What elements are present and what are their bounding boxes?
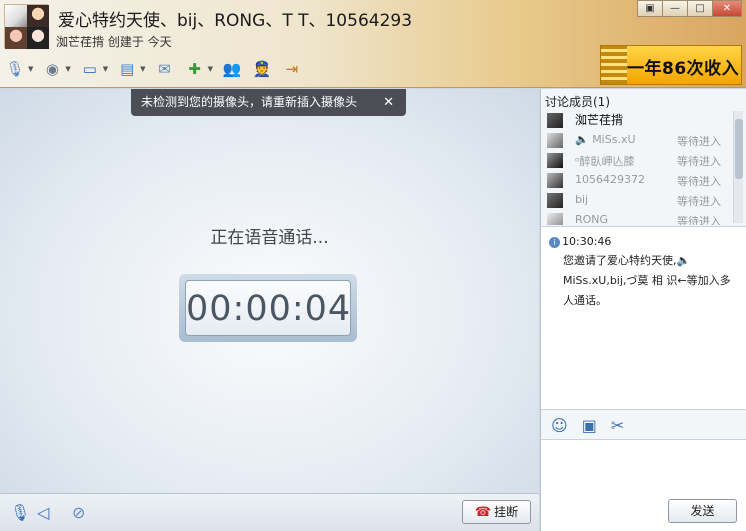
toolbar-mail[interactable]: ✉ — [154, 58, 176, 80]
close-button[interactable]: ✕ — [712, 0, 742, 17]
list-item[interactable]: 🔈 MiSs.xU 等待进入 — [545, 130, 733, 150]
member-list[interactable]: 洳芒荏揹 🔈 MiSs.xU 等待进入 ᵒ醉臥岬亾膝 等待进入 10564293… — [545, 110, 733, 225]
camera-off-icon[interactable]: ⊘ — [72, 503, 85, 522]
call-controls-bar: 🎙 ◁ ⊘ ☎ 挂断 — [0, 493, 539, 531]
member-name: bij — [575, 193, 589, 206]
camera-notice: 未检测到您的摄像头，请重新插入摄像头 ✕ — [131, 89, 406, 116]
list-item[interactable]: ᵒ醉臥岬亾膝 等待进入 — [545, 150, 733, 170]
camera-notice-text: 未检测到您的摄像头，请重新插入摄像头 — [141, 95, 358, 109]
microphone-icon[interactable]: 🎙 — [4, 58, 26, 80]
scissors-icon[interactable]: ✂ — [611, 416, 624, 435]
member-status: 等待进入 — [677, 215, 721, 225]
mail-icon[interactable]: ✉ — [154, 58, 176, 80]
toolbar: 🎙 ▼ ◉ ▼ ▭ ▼ ▤ ▼ ✉ ✚ ▼ 👥 👮 ⇥ — [4, 54, 311, 84]
window-title: 爱心特约天使、bij、RONG、T T、10564293 — [58, 11, 413, 31]
police-icon[interactable]: 👮 — [251, 58, 273, 80]
folder-icon[interactable]: ▤ — [116, 58, 138, 80]
chevron-down-icon[interactable]: ▼ — [103, 65, 108, 73]
member-status: 等待进入 — [677, 195, 721, 208]
hangup-button[interactable]: ☎ 挂断 — [462, 500, 531, 524]
list-item[interactable]: 1056429372 等待进入 — [545, 170, 733, 190]
member-status: 等待进入 — [677, 135, 721, 148]
chevron-down-icon[interactable]: ▼ — [140, 65, 145, 73]
avatar — [27, 5, 49, 27]
close-icon[interactable]: ✕ — [383, 89, 394, 116]
add-message-icon[interactable]: ✚ — [184, 58, 206, 80]
avatar — [5, 27, 27, 49]
members-header: 讨论成员(1) — [545, 95, 610, 109]
emoji-icon[interactable]: ☺ — [551, 416, 568, 435]
header: 爱心特约天使、bij、RONG、T T、10564293 洳芒荏揹 创建于 今天… — [0, 0, 746, 88]
toolbar-voice[interactable]: 🎙 ▼ — [4, 58, 33, 80]
message-time: i 10:30:46 — [549, 235, 611, 248]
exit-icon[interactable]: ⇥ — [281, 58, 303, 80]
avatar — [5, 5, 27, 27]
avatar — [547, 153, 563, 168]
skin-button[interactable]: ▣ — [637, 0, 663, 17]
avatar — [547, 213, 563, 225]
member-name: 洳芒荏揹 — [575, 113, 624, 127]
toolbar-video[interactable]: ◉ ▼ — [41, 58, 71, 80]
member-name: 1056429372 — [575, 173, 645, 186]
member-list-scrollbar[interactable] — [733, 111, 743, 223]
call-timer-frame: 00:00:04 — [179, 274, 357, 342]
phone-icon: ☎ — [474, 505, 492, 520]
screen-share-icon[interactable]: ▭ — [79, 58, 101, 80]
list-item[interactable]: 洳芒荏揹 — [545, 110, 733, 130]
chevron-down-icon[interactable]: ▼ — [28, 65, 33, 73]
message-history: i 10:30:46 您邀请了爱心特约天使,🔈 MiSs.xU,bij,づ莫 相 … — [541, 226, 746, 410]
minimize-button[interactable]: — — [662, 0, 688, 17]
side-panel: 讨论成员(1) 洳芒荏揹 🔈 MiSs.xU 等待进入 ᵒ醉臥岬亾膝 等待进入 … — [540, 89, 746, 531]
hangup-label: 挂断 — [494, 505, 519, 519]
toolbar-app[interactable]: ✚ ▼ — [184, 58, 213, 80]
member-status: 等待进入 — [677, 155, 721, 168]
avatar — [547, 173, 563, 188]
message-text: 您邀请了爱心特约天使,🔈 MiSs.xU,bij,づ莫 相 识←等加入多人通话。 — [563, 254, 731, 307]
member-name: RONG — [575, 213, 609, 225]
toolbar-screen[interactable]: ▭ ▼ — [79, 58, 108, 80]
video-area: 未检测到您的摄像头，请重新插入摄像头 ✕ 正在语音通话... 00:00:04 — [0, 89, 539, 493]
chevron-down-icon[interactable]: ▼ — [65, 65, 70, 73]
coins-icon — [601, 46, 627, 84]
list-item[interactable]: RONG 等待进入 — [545, 210, 733, 225]
microphone-icon[interactable]: 🎙 — [10, 503, 30, 522]
send-button[interactable]: 发送 — [668, 499, 737, 523]
toolbar-exit[interactable]: ⇥ — [281, 58, 303, 80]
group-subtitle: 洳芒荏揹 创建于 今天 — [56, 35, 172, 49]
avatar — [547, 133, 563, 148]
call-timer: 00:00:04 — [185, 280, 351, 336]
member-name: ᵒ醉臥岬亾膝 — [575, 155, 635, 168]
member-name: 🔈 MiSs.xU — [575, 133, 636, 146]
info-icon: i — [549, 237, 560, 248]
friends-icon[interactable]: 👥 — [221, 58, 243, 80]
maximize-button[interactable]: □ — [687, 0, 713, 17]
list-item[interactable]: bij 等待进入 — [545, 190, 733, 210]
avatar — [547, 113, 563, 128]
toolbar-file[interactable]: ▤ ▼ — [116, 58, 145, 80]
window-controls: ▣ — □ ✕ — [637, 0, 742, 17]
avatar — [547, 193, 563, 208]
avatar — [27, 27, 49, 49]
scrollbar-thumb[interactable] — [735, 119, 743, 179]
chevron-down-icon[interactable]: ▼ — [208, 65, 213, 73]
toolbar-police[interactable]: 👮 — [251, 58, 273, 80]
message-time-text: 10:30:46 — [562, 235, 612, 248]
camera-icon[interactable]: ◉ — [41, 58, 63, 80]
image-icon[interactable]: ▣ — [582, 416, 597, 435]
call-status: 正在语音通话... — [210, 228, 329, 248]
ad-text: 一年86次收入 — [627, 59, 740, 79]
member-status: 等待进入 — [677, 175, 721, 188]
input-toolbar: ☺ ▣ ✂ — [551, 416, 638, 435]
speaker-icon[interactable]: ◁ — [37, 503, 49, 522]
group-avatar — [4, 4, 49, 49]
toolbar-friends[interactable]: 👥 — [221, 58, 243, 80]
ad-banner[interactable]: 一年86次收入 — [600, 45, 742, 85]
